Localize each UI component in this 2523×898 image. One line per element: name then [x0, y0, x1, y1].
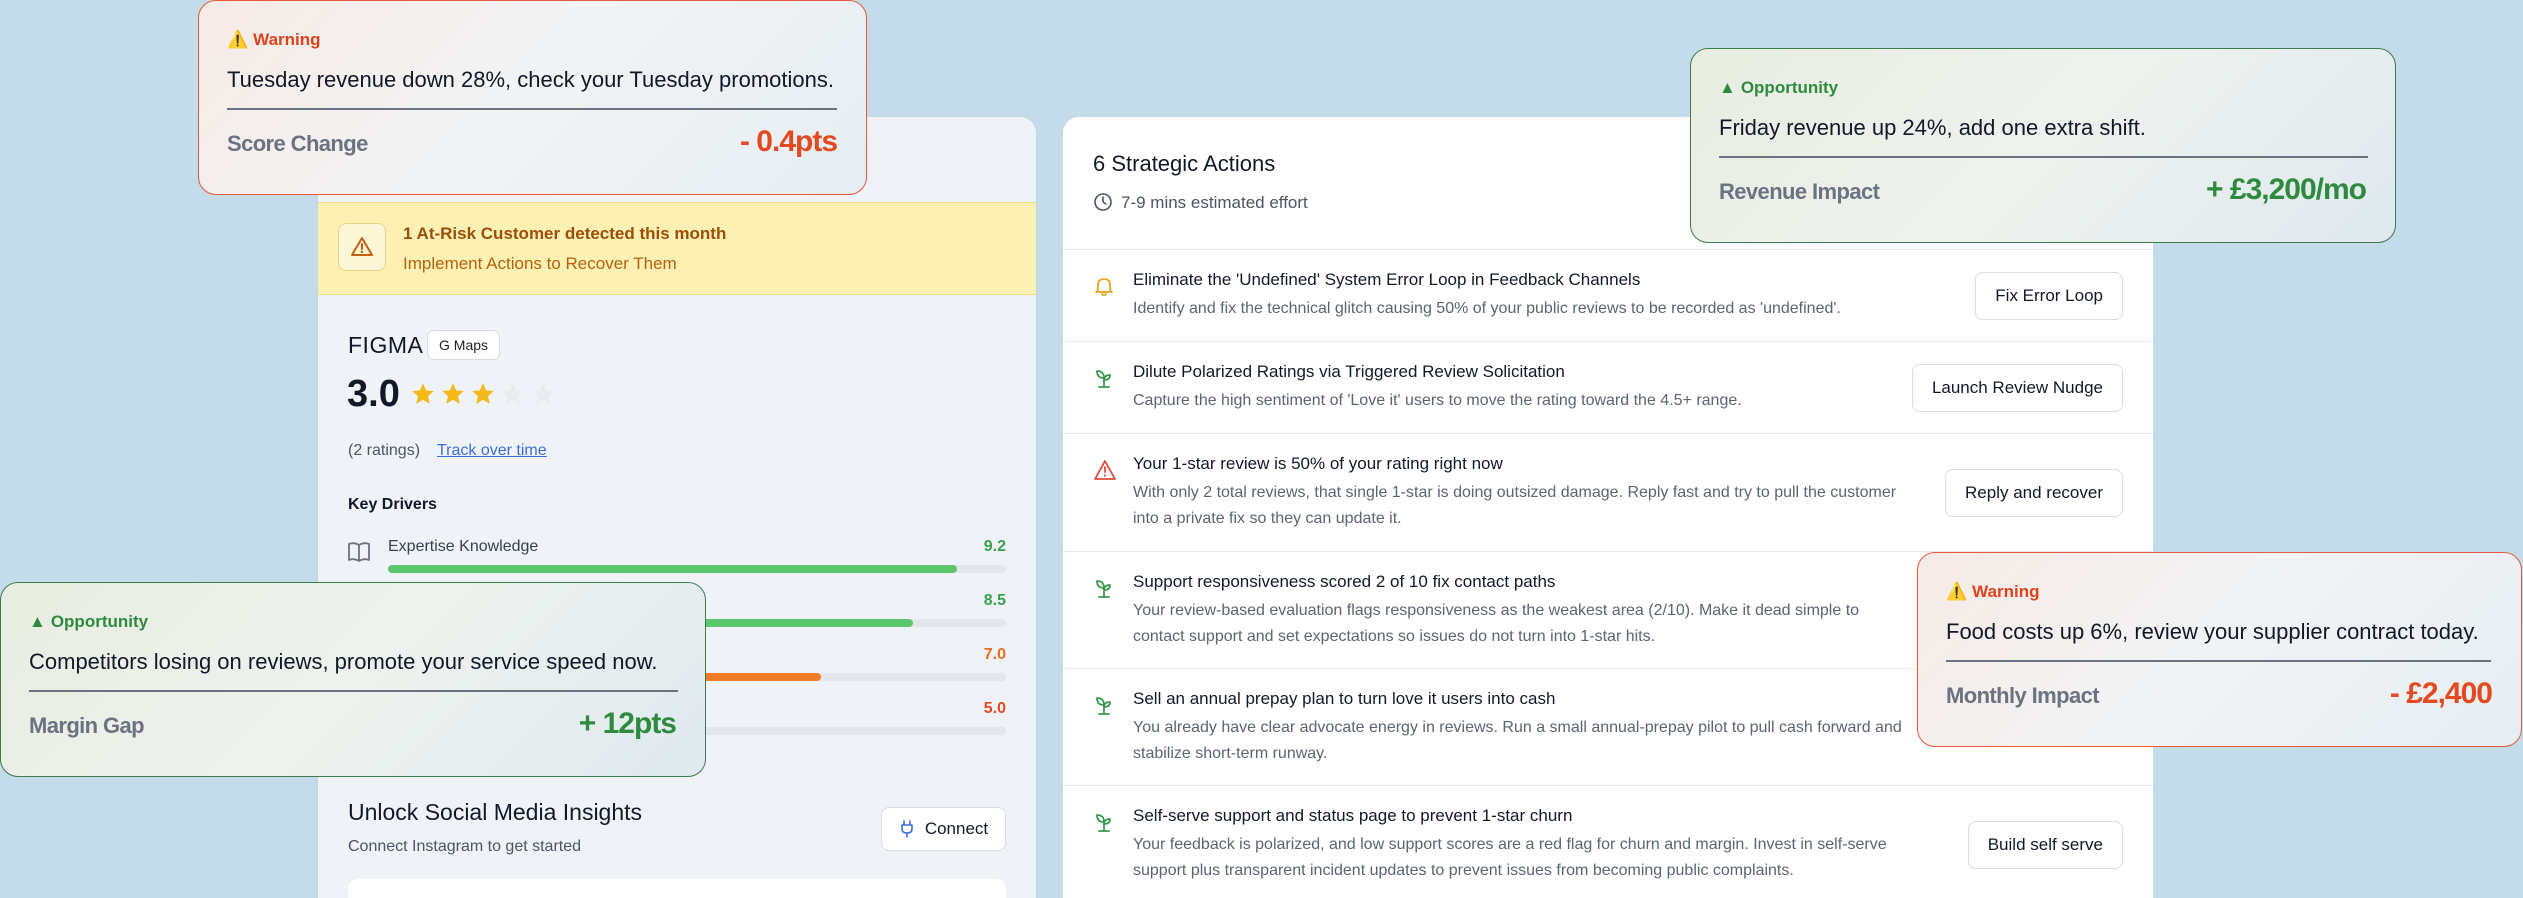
- social-insights-subtitle: Connect Instagram to get started: [348, 838, 582, 855]
- action-button[interactable]: Fix Error Loop: [1975, 272, 2123, 320]
- action-button[interactable]: Reply and recover: [1945, 469, 2123, 517]
- bell-icon: [1093, 275, 1115, 302]
- sprout-icon: [1093, 577, 1115, 604]
- warning-card-food-costs: ⚠️ Warning Food costs up 6%, review your…: [1917, 552, 2522, 747]
- at-risk-banner[interactable]: 1 At-Risk Customer detected this month I…: [318, 202, 1036, 295]
- card-metric-label: Score Change: [227, 131, 368, 156]
- opportunity-card-friday: ▲ Opportunity Friday revenue up 24%, add…: [1690, 48, 2396, 243]
- action-title: Sell an annual prepay plan to turn love …: [1133, 689, 1556, 708]
- driver-progress-fill: [388, 565, 957, 573]
- card-message: Food costs up 6%, review your supplier c…: [1946, 619, 2479, 644]
- card-metric-label: Revenue Impact: [1719, 179, 1880, 204]
- card-tag-label: Warning: [1972, 582, 2040, 601]
- warning-card-tuesday: ⚠️ Warning Tuesday revenue down 28%, che…: [198, 0, 867, 195]
- action-description: Your review-based evaluation flags respo…: [1133, 602, 1860, 645]
- key-drivers-heading: Key Drivers: [348, 496, 437, 513]
- social-placeholder-card: [348, 879, 1006, 898]
- action-description: Capture the high sentiment of 'Love it' …: [1133, 392, 1742, 409]
- action-title: Self-serve support and status page to pr…: [1133, 806, 1573, 825]
- card-divider: [1719, 156, 2368, 158]
- warning-sign-icon: ⚠️: [227, 30, 249, 49]
- action-title: Eliminate the 'Undefined' System Error L…: [1133, 270, 1641, 289]
- clock-icon: [1093, 192, 1113, 217]
- star-icon: [532, 383, 554, 404]
- triangle-up-icon: ▲: [29, 612, 46, 631]
- at-risk-title: 1 At-Risk Customer detected this month: [403, 224, 727, 243]
- action-description: Your feedback is polarized, and low supp…: [1133, 836, 1887, 879]
- sprout-icon: [1093, 694, 1115, 721]
- action-title: Dilute Polarized Ratings via Triggered R…: [1133, 362, 1565, 381]
- effort-estimate: 7-9 mins estimated effort: [1121, 193, 1308, 212]
- driver-score: 8.5: [983, 592, 1006, 609]
- connect-button[interactable]: Connect: [881, 807, 1006, 851]
- plug-icon: [901, 820, 913, 838]
- card-message: Tuesday revenue down 28%, check your Tue…: [227, 67, 834, 92]
- card-metric-value: - 0.4pts: [739, 125, 838, 158]
- star-rating: [410, 381, 556, 407]
- card-tag-label: Opportunity: [50, 612, 149, 631]
- ratings-count: (2 ratings): [348, 442, 421, 459]
- card-tag-label: Opportunity: [1740, 78, 1839, 97]
- card-metric-value: + £3,200/mo: [2206, 173, 2367, 206]
- driver-score: 7.0: [983, 646, 1006, 663]
- book-icon: [347, 541, 371, 568]
- business-panel: 1 At-Risk Customer detected this month I…: [318, 117, 1036, 898]
- card-metric-value: - £2,400: [2389, 677, 2493, 710]
- business-name: FIGMA: [348, 332, 424, 358]
- star-icon: [412, 383, 434, 404]
- action-description: You already have clear advocate energy i…: [1133, 719, 1902, 762]
- action-row: Self-serve support and status page to pr…: [1063, 785, 2153, 898]
- driver-label: Expertise Knowledge: [388, 538, 539, 555]
- card-message: Competitors losing on reviews, promote y…: [29, 649, 658, 674]
- driver-score: 5.0: [983, 700, 1006, 717]
- rating-value: 3.0: [347, 373, 400, 415]
- star-icon: [502, 383, 524, 404]
- action-row: Eliminate the 'Undefined' System Error L…: [1063, 249, 2153, 341]
- track-over-time-link[interactable]: Track over time: [437, 442, 547, 460]
- action-row: Dilute Polarized Ratings via Triggered R…: [1063, 341, 2153, 433]
- action-title: Your 1-star review is 50% of your rating…: [1133, 454, 1503, 473]
- sprout-icon: [1093, 811, 1115, 838]
- card-metric-value: + 12pts: [578, 707, 677, 740]
- alert-triangle-icon: [1093, 459, 1117, 486]
- source-badge: G Maps: [427, 330, 501, 360]
- connect-label: Connect: [924, 819, 989, 838]
- card-divider: [1946, 660, 2491, 662]
- card-message: Friday revenue up 24%, add one extra shi…: [1719, 115, 2146, 140]
- driver-score: 9.2: [983, 538, 1006, 555]
- warning-icon: [338, 223, 386, 271]
- star-icon: [442, 383, 464, 404]
- strategic-actions-title: 6 Strategic Actions: [1093, 151, 1276, 176]
- at-risk-subtitle: Implement Actions to Recover Them: [403, 254, 677, 273]
- action-description: With only 2 total reviews, that single 1…: [1133, 484, 1897, 527]
- driver-progress-bar: [388, 565, 1006, 573]
- opportunity-card-competitors: ▲ Opportunity Competitors losing on revi…: [0, 582, 706, 777]
- warning-sign-icon: ⚠️: [1946, 582, 1968, 601]
- action-description: Identify and fix the technical glitch ca…: [1133, 300, 1841, 317]
- sprout-icon: [1093, 367, 1115, 394]
- action-title: Support responsiveness scored 2 of 10 fi…: [1133, 572, 1556, 591]
- card-divider: [227, 108, 837, 110]
- social-insights-title: Unlock Social Media Insights: [348, 799, 643, 825]
- card-metric-label: Margin Gap: [29, 713, 145, 738]
- star-icon: [472, 383, 494, 404]
- action-button[interactable]: Build self serve: [1967, 821, 2123, 869]
- triangle-up-icon: ▲: [1719, 78, 1736, 97]
- card-tag-label: Warning: [253, 30, 321, 49]
- card-divider: [29, 690, 678, 692]
- action-row: Your 1-star review is 50% of your rating…: [1063, 433, 2153, 551]
- action-button[interactable]: Launch Review Nudge: [1911, 364, 2123, 412]
- card-metric-label: Monthly Impact: [1946, 683, 2100, 708]
